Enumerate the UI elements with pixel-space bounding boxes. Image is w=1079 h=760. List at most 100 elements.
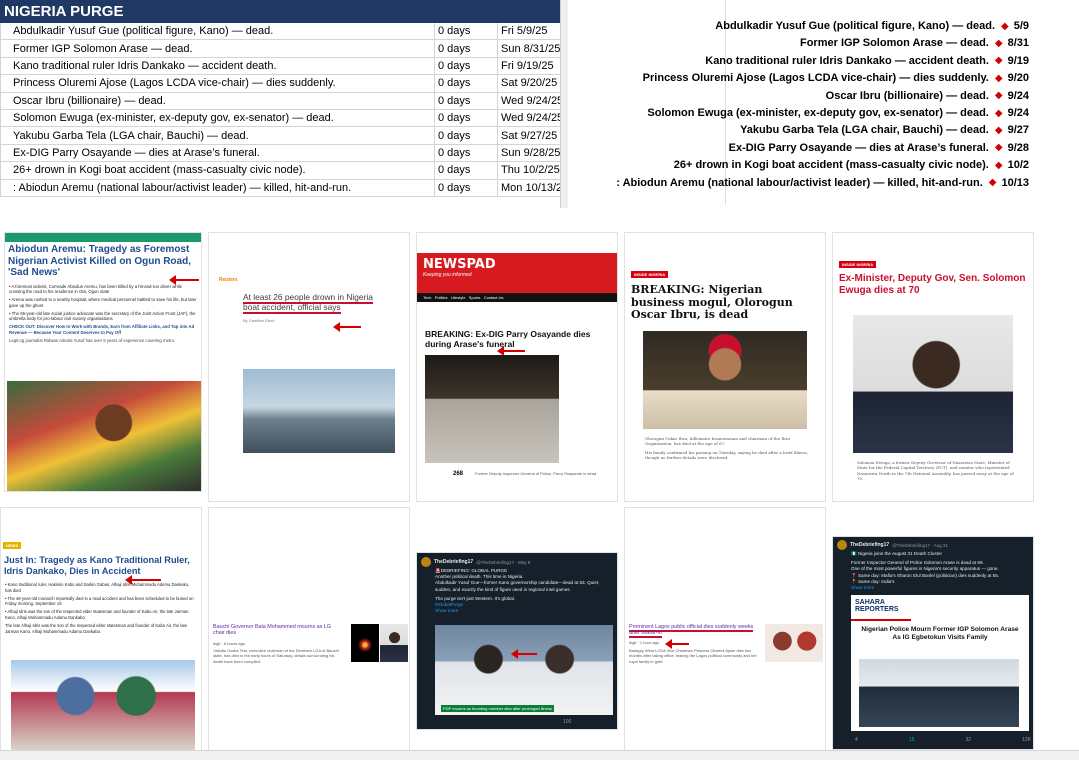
cell-event[interactable]: 26+ drown in Kogi boat accident (mass-ca… [0, 161, 435, 180]
table-row[interactable]: Solomon Ewuga (ex-minister, ex-deputy go… [0, 108, 567, 128]
author-line[interactable]: By Camillus Eboh [209, 312, 409, 323]
avatar[interactable] [837, 540, 847, 550]
cell-days[interactable]: 0 days [434, 39, 498, 58]
card-dankako[interactable]: NEWS Just In: Tragedy as Kano Traditiona… [0, 507, 202, 751]
cell-event[interactable]: Abdulkadir Yusuf Gue (political figure, … [0, 21, 435, 41]
article-body: Yakubu Garba Tela, executive chairman of… [213, 648, 339, 664]
tweet-body: 🇳🇬 Nigeria joins the August 31 Death Clu… [833, 551, 1033, 591]
embedded-article[interactable]: SAHARA REPORTERS Nigerian Police Mourn F… [851, 595, 1029, 731]
article-headline[interactable]: Ex-Minister, Deputy Gov, Sen. Solomon Ew… [833, 271, 1033, 296]
article-headline[interactable]: At least 26 people drown in Nigeria boat… [209, 283, 409, 314]
table-row[interactable]: Ex-DIG Parry Osayande — dies at Arase’s … [0, 143, 567, 163]
show-more-link[interactable]: Show more [435, 608, 613, 614]
table-row[interactable]: Abdulkadir Yusuf Gue (political figure, … [0, 21, 567, 41]
timeline-item: : Abiodun Aremu (national labour/activis… [616, 174, 1029, 192]
newspad-menu[interactable]: Tech Politics Lifestyle Sports Contact U… [417, 293, 617, 302]
sheet-title[interactable]: NIGERIA PURGE [0, 0, 435, 23]
cell-date[interactable]: Wed 9/24/25 [497, 91, 567, 110]
account-handle[interactable]: @TheDebriefing17 · Aug 31 [892, 543, 948, 548]
newspad-logo[interactable]: NEWSPAD [423, 257, 611, 272]
site-nav[interactable]: NIGERIA Lagos State Abuja Rivers State K… [5, 233, 201, 248]
table-row[interactable]: Oscar Ibru (billionaire) — dead. 0 days We… [0, 91, 567, 110]
cell-date[interactable]: Sat 9/20/25 [497, 74, 567, 93]
article-headline[interactable]: BREAKING: Ex-DIG Parry Osayande dies dur… [417, 302, 617, 350]
cell-event[interactable]: Oscar Ibru (billionaire) — dead. [0, 91, 435, 110]
header-cell[interactable] [434, 0, 498, 23]
table-row[interactable]: Kano traditional ruler Idris Dankako — a… [0, 56, 567, 76]
cell-days[interactable]: 0 days [434, 91, 498, 110]
card-gue-tweet[interactable]: TheDebriefing17 @TheDebriefing17 · May 9… [416, 552, 618, 730]
reply-count[interactable]: 4 [855, 737, 858, 743]
cell-event[interactable]: Yakubu Garba Tela (LGA chair, Bauchi) — … [0, 126, 435, 145]
card-ajose[interactable]: Prominent Lagos public official dies sud… [624, 507, 826, 751]
card-arase-tweet[interactable]: TheDebriefing17 @TheDebriefing17 · Aug 3… [832, 536, 1034, 750]
cell-date[interactable]: Thu 10/2/25 [497, 161, 567, 180]
reuters-logo[interactable]: Reuters [209, 233, 409, 283]
article-headline[interactable]: Just In: Tragedy as Kano Traditional Rul… [1, 552, 201, 576]
retweet-count[interactable]: 15 [909, 737, 915, 743]
card-aremu[interactable]: NIGERIA Lagos State Abuja Rivers State K… [4, 232, 202, 492]
cell-days[interactable]: 0 days [434, 126, 498, 145]
cell-days[interactable]: 0 days [434, 143, 498, 163]
cell-days[interactable]: 0 days [434, 74, 498, 93]
timeline-date: 10/13 [1001, 176, 1029, 189]
timeline-label: Abdulkadir Yusuf Gue (political figure, … [715, 20, 995, 32]
tweet-body: 🚨DEBRIEFING: GLOBAL PURGE Another politi… [417, 568, 617, 614]
article-headline[interactable]: Prominent Lagos public official dies sud… [629, 624, 763, 639]
cell-date[interactable]: Fri 5/9/25 [497, 21, 567, 41]
avatar[interactable] [421, 557, 431, 567]
article-headline[interactable]: Bauchi Governor Bala Mohammed mourns as … [213, 624, 343, 636]
table-row[interactable]: Former IGP Solomon Arase — dead. 0 days Su… [0, 39, 567, 58]
card-ewuga[interactable]: INSIDE NIGERIA Ex-Minister, Deputy Gov, … [832, 232, 1034, 502]
cell-date[interactable]: Sun 8/31/25 [497, 39, 567, 58]
portrait-photo [643, 331, 807, 429]
cell-days[interactable]: 0 days [434, 56, 498, 76]
card-tela[interactable]: Bauchi Governor Bala Mohammed mourns as … [208, 507, 410, 751]
section-tag: INSIDE NIGERIA [631, 271, 669, 278]
show-more-link[interactable]: Show more [851, 585, 1029, 591]
tweet-header: TheDebriefing17 @TheDebriefing17 · Aug 3… [833, 537, 1033, 551]
cell-days[interactable]: 0 days [434, 21, 498, 41]
timeline-date: 9/24 [1007, 107, 1029, 119]
check-out-link[interactable]: CHECK OUT: Discover How to Work with Bra… [9, 324, 197, 336]
timeline-item: Princess Oluremi Ajose (Lagos LCDA vice-… [643, 69, 1029, 87]
cell-event[interactable]: Solomon Ewuga (ex-minister, ex-deputy go… [0, 108, 435, 128]
table-row[interactable]: Yakubu Garba Tela (LGA chair, Bauchi) — … [0, 126, 567, 145]
cell-days[interactable]: 0 days [434, 178, 498, 197]
cell-date[interactable]: Sat 9/27/25 [497, 126, 567, 145]
timeline-item: Oscar Ibru (billionaire) — dead. ◆ 9/24 [826, 87, 1029, 105]
cell-date[interactable]: Mon 10/13/2 [497, 178, 567, 197]
portrait-photo [765, 624, 823, 662]
account-handle[interactable]: @TheDebriefing17 · May 9 [476, 560, 530, 565]
table-row[interactable]: : Abiodun Aremu (national labour/activis… [0, 178, 567, 197]
header-cell[interactable] [497, 0, 567, 23]
cell-date[interactable]: Fri 9/19/25 [497, 56, 567, 76]
like-count[interactable]: 100 [563, 719, 571, 725]
cell-date[interactable]: Sun 9/28/25 [497, 143, 567, 163]
table-row[interactable]: Princess Oluremi Ajose (Lagos LCDA vice-… [0, 74, 567, 93]
card-osayande[interactable]: NEWSPAD Keeping you informed Tech Politi… [416, 232, 618, 502]
view-count[interactable]: 12K [1022, 737, 1031, 743]
annotation-arrow [511, 649, 537, 659]
purge-table: NIGERIA PURGE Abdulkadir Yusuf Gue (poli… [0, 0, 567, 197]
timeline-label: Princess Oluremi Ajose (Lagos LCDA vice-… [642, 72, 989, 85]
account-name[interactable]: TheDebriefing17 [850, 542, 889, 548]
cell-date[interactable]: Wed 9/24/25 [497, 108, 567, 128]
account-name[interactable]: TheDebriefing17 [434, 559, 473, 565]
cell-event[interactable]: Kano traditional ruler Idris Dankako — a… [0, 56, 435, 76]
cell-event[interactable]: Former IGP Solomon Arase — dead. [0, 39, 435, 58]
cell-days[interactable]: 0 days [434, 161, 498, 180]
card-ibru[interactable]: INSIDE NIGERIA BREAKING: Nigerian busine… [624, 232, 826, 502]
like-count[interactable]: 32 [965, 737, 971, 743]
table-row[interactable]: 26+ drown in Kogi boat accident (mass-ca… [0, 161, 567, 180]
cell-days[interactable]: 0 days [434, 108, 498, 128]
card-kogi[interactable]: Reuters At least 26 people drown in Nige… [208, 232, 410, 502]
cell-event[interactable]: Ex-DIG Parry Osayande — dies at Arase’s … [0, 143, 435, 163]
bottom-scrollbar[interactable] [0, 750, 1079, 760]
monarch-photo [11, 660, 195, 750]
article-headline[interactable]: BREAKING: Nigerian business mogul, Oloro… [625, 281, 825, 322]
cell-event[interactable]: : Abiodun Aremu (national labour/activis… [0, 178, 435, 197]
diamond-marker-icon: ◆ [994, 37, 1003, 49]
cell-event[interactable]: Princess Oluremi Ajose (Lagos LCDA vice-… [0, 74, 435, 93]
timeline-label: Oscar Ibru (billionaire) — dead. [825, 89, 989, 102]
